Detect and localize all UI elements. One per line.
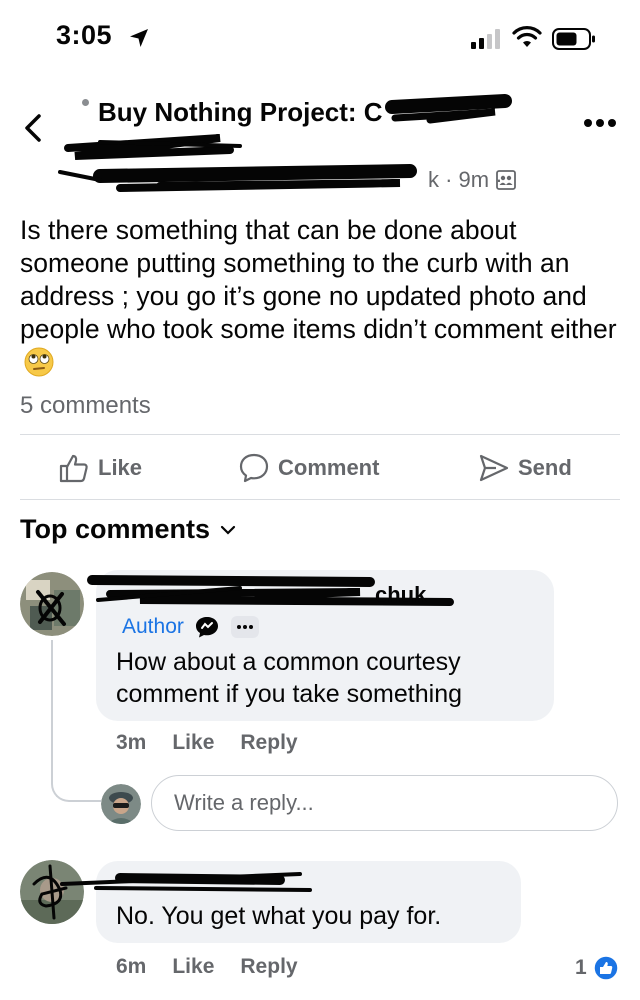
signal-icon	[471, 29, 500, 49]
comment-text: No. You get what you pay for.	[116, 902, 442, 930]
like-label: Like	[98, 455, 143, 480]
commenter-avatar[interactable]	[20, 572, 84, 636]
wifi-icon	[512, 26, 542, 47]
divider	[20, 434, 620, 435]
commenter-name[interactable]: chuk	[375, 582, 426, 608]
status-time: 3:05	[56, 20, 113, 50]
group-status-dot	[82, 99, 89, 106]
chevron-down-icon	[220, 525, 236, 535]
post-body: Is there something that can be done abou…	[20, 214, 620, 379]
more-badges-icon[interactable]	[230, 615, 260, 639]
user-avatar	[101, 784, 141, 824]
post-text: Is there something that can be done abou…	[20, 215, 617, 344]
comment-like-button[interactable]: Like	[172, 731, 214, 754]
reply-field[interactable]	[151, 775, 618, 831]
send-button[interactable]: Send	[478, 450, 572, 486]
divider	[20, 499, 620, 500]
author-comment-icon	[195, 617, 218, 638]
more-dots-icon[interactable]	[582, 117, 618, 129]
comment-label: Comment	[278, 455, 380, 480]
author-badge-row: Author	[122, 615, 260, 639]
send-icon	[479, 454, 509, 482]
post-meta: k · 9m ·	[428, 167, 503, 192]
comments-count[interactable]: 5 comments	[20, 392, 151, 420]
thread-line	[51, 640, 101, 802]
group-title[interactable]: Buy Nothing Project: C	[98, 97, 383, 128]
author-badge: Author	[122, 615, 184, 638]
eye-roll-emoji-icon	[24, 347, 54, 377]
top-comments-label: Top comments	[20, 514, 211, 544]
comment-text: How about a common courtesy comment if y…	[116, 648, 462, 708]
like-button[interactable]: Like	[58, 450, 142, 486]
commenter-avatar[interactable]	[20, 860, 84, 924]
comment-time: 3m	[116, 731, 147, 754]
back-chevron-icon[interactable]	[22, 113, 44, 143]
comment-button[interactable]: Comment	[238, 450, 379, 486]
battery-icon	[552, 28, 595, 50]
comment-reply-button[interactable]: Reply	[240, 955, 297, 978]
group-icon	[496, 170, 516, 190]
top-comments-filter[interactable]: Top comments	[20, 514, 236, 545]
thumbs-up-icon	[59, 454, 88, 483]
comment-like-button[interactable]: Like	[172, 955, 214, 978]
send-label: Send	[518, 455, 572, 480]
like-reaction-icon	[592, 955, 619, 981]
reply-input[interactable]	[172, 789, 617, 817]
comment-meta: 3m Like Reply	[116, 731, 324, 755]
comment-time: 6m	[116, 955, 147, 978]
comment-meta: 6m Like Reply	[116, 955, 324, 979]
comment-bubble-icon	[239, 453, 269, 483]
reaction-count[interactable]: 1	[575, 955, 619, 981]
comment-reply-button[interactable]: Reply	[240, 731, 297, 754]
location-arrow-icon	[130, 29, 148, 47]
reaction-count-value: 1	[575, 956, 587, 979]
